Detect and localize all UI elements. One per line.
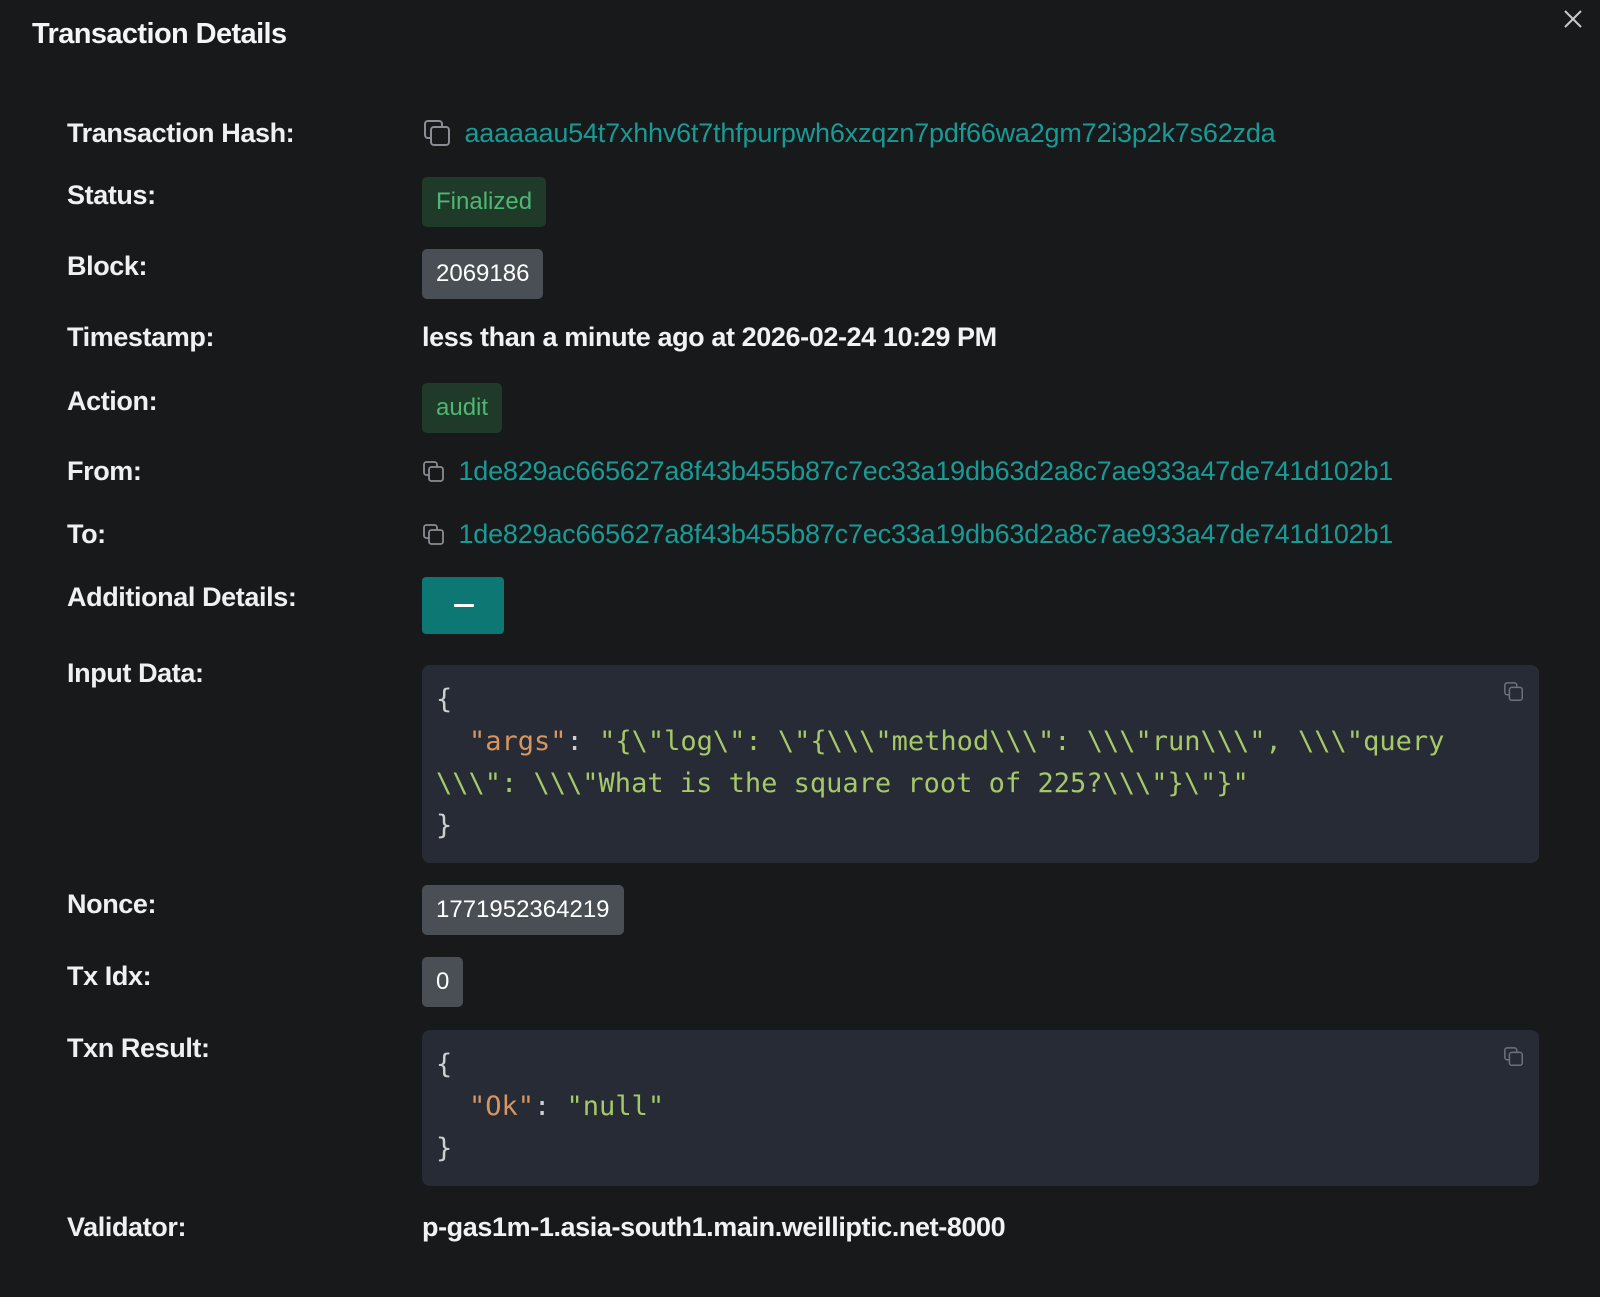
transaction-hash-link[interactable]: aaaaaau54t7xhhv6t7thfpurpwh6xzqzn7pdf66w…	[464, 118, 1275, 148]
from-address-link[interactable]: 1de829ac665627a8f43b455b87c7ec33a19db63d…	[458, 456, 1393, 486]
row-validator: Validator: p-gas1m-1.asia-south1.main.we…	[67, 1212, 1600, 1252]
copy-icon[interactable]	[1503, 681, 1525, 703]
code-key-args: "args"	[469, 726, 567, 757]
code-value-ok: "null"	[566, 1091, 665, 1122]
action-badge: audit	[422, 383, 503, 433]
tx-idx-badge: 0	[422, 957, 464, 1007]
label-to: To:	[67, 519, 106, 549]
label-txn-result: Txn Result:	[67, 1033, 210, 1063]
validator-value: p-gas1m-1.asia-south1.main.weilliptic.ne…	[422, 1212, 1006, 1242]
row-from: From: 1de829ac665627a8f43b455b87c7ec33a1…	[67, 456, 1600, 496]
label-input-data: Input Data:	[67, 658, 204, 688]
copy-icon[interactable]	[1503, 1046, 1525, 1068]
row-status: Status: Finalized	[67, 177, 1600, 240]
label-status: Status:	[67, 180, 156, 210]
status-badge: Finalized	[422, 177, 547, 227]
value-transaction-hash: aaaaaau54t7xhhv6t7thfpurpwh6xzqzn7pdf66w…	[422, 118, 1276, 149]
code-close-brace: }	[436, 1133, 453, 1164]
row-block: Block: 2069186	[67, 249, 1600, 311]
code-separator: :	[566, 726, 600, 757]
row-to: To: 1de829ac665627a8f43b455b87c7ec33a19d…	[67, 519, 1600, 559]
code-value-args-line1: "{\"log\": \"{\\\"method\\\": \\\"run\\\…	[599, 726, 1445, 757]
label-additional-details: Additional Details:	[67, 582, 297, 612]
nonce-badge: 1771952364219	[422, 885, 624, 935]
row-additional-details: Additional Details:	[67, 577, 1600, 642]
minus-icon	[454, 604, 474, 607]
collapse-details-button[interactable]	[422, 577, 504, 634]
close-button[interactable]	[1560, 6, 1586, 32]
label-nonce: Nonce:	[67, 889, 157, 919]
input-data-code-block: { "args": "{\"log\": \"{\\\"method\\\": …	[422, 665, 1539, 863]
panel-title: Transaction Details	[32, 18, 287, 50]
to-address-link[interactable]: 1de829ac665627a8f43b455b87c7ec33a19db63d…	[458, 519, 1393, 549]
close-icon	[1564, 10, 1582, 28]
label-tx-idx: Tx Idx:	[67, 961, 152, 991]
label-action: Action:	[67, 386, 158, 416]
copy-icon[interactable]	[422, 460, 446, 484]
txn-result-code-block: { "Ok": "null" }	[422, 1030, 1539, 1186]
label-block: Block:	[67, 251, 148, 281]
code-value-args-line2: \\\": \\\"What is the square root of 225…	[436, 768, 1249, 799]
code-open-brace: {	[436, 684, 453, 715]
row-action: Action: audit	[67, 383, 1600, 446]
block-badge[interactable]: 2069186	[422, 249, 544, 299]
copy-icon[interactable]	[422, 119, 452, 149]
label-timestamp: Timestamp:	[67, 322, 215, 352]
row-transaction-hash: Transaction Hash: aaaaaau54t7xhhv6t7thfp…	[67, 118, 1600, 158]
code-open-brace: {	[436, 1049, 453, 1080]
row-nonce: Nonce: 1771952364219	[67, 885, 1600, 949]
row-timestamp: Timestamp: less than a minute ago at 202…	[67, 322, 1600, 362]
label-transaction-hash: Transaction Hash:	[67, 118, 295, 148]
copy-icon[interactable]	[422, 523, 446, 547]
row-tx-idx: Tx Idx: 0	[67, 957, 1600, 1021]
code-key-ok: "Ok"	[469, 1091, 535, 1122]
label-validator: Validator:	[67, 1212, 187, 1242]
timestamp-value: less than a minute ago at 2026-02-24 10:…	[422, 322, 997, 352]
code-separator: :	[534, 1091, 567, 1122]
label-from: From:	[67, 456, 142, 486]
code-close-brace: }	[436, 810, 453, 841]
